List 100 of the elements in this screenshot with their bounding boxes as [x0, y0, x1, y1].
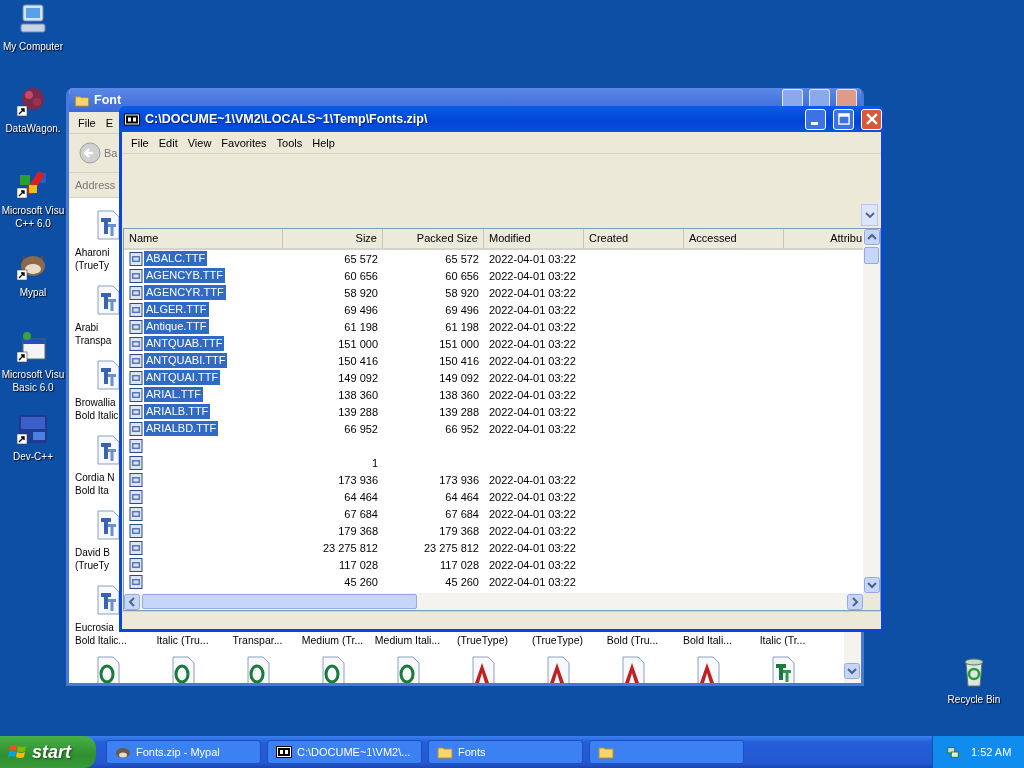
file-name[interactable]: ABALC.TTF [144, 251, 208, 266]
font-file-icon[interactable] [95, 656, 120, 683]
table-cell: 23 275 812 [322, 541, 378, 554]
menu-item[interactable]: Help [307, 136, 340, 149]
font-file-icon[interactable] [96, 360, 120, 390]
scrollbar[interactable] [844, 631, 861, 683]
desktop-icon-label[interactable]: Dev-C++ [13, 450, 53, 463]
menu-item[interactable]: Tools [271, 136, 308, 149]
scroll-up-icon[interactable] [863, 229, 880, 245]
scroll-left-icon[interactable] [124, 593, 140, 610]
font-file-icon[interactable] [620, 656, 645, 683]
taskbar-button[interactable]: Fonts [428, 740, 583, 764]
font-file-label[interactable]: Browallia [75, 396, 116, 409]
font-file-label[interactable]: Transpa [75, 334, 112, 347]
code-window-icon[interactable] [17, 413, 49, 445]
font-file-label[interactable]: Bold (Tru... [606, 634, 659, 647]
font-file-label[interactable]: Medium Itali... [374, 634, 441, 647]
file-name[interactable]: Antique.TTF [144, 319, 209, 334]
font-file-label[interactable]: Eucrosia [75, 621, 114, 634]
scrollbar[interactable] [124, 593, 880, 610]
table-cell: 2022-04-01 03:22 [489, 575, 576, 588]
menu-item[interactable]: Edit [153, 136, 183, 149]
network-icon[interactable] [945, 745, 961, 759]
file-name[interactable]: AGENCYB.TTF [144, 268, 225, 283]
font-file-icon[interactable] [96, 285, 120, 315]
font-file-label[interactable]: Medium (Tr... [301, 634, 364, 647]
column-header[interactable]: Name [124, 229, 283, 248]
font-file-icon[interactable] [96, 585, 120, 615]
table-cell: 149 092 [439, 371, 479, 384]
font-file-label[interactable]: Italic (Tru... [156, 634, 209, 647]
font-file-label[interactable]: Bold Italic... [75, 634, 127, 647]
column-header[interactable]: Attribu [784, 229, 863, 248]
font-file-icon[interactable] [770, 656, 795, 683]
taskbar-button[interactable] [589, 740, 744, 764]
taskbar-button[interactable]: Fonts.zip - Mypal [106, 740, 261, 764]
font-file-label[interactable]: (TrueType) [532, 634, 583, 647]
back-label[interactable]: Ba [104, 147, 118, 159]
menu-item[interactable]: View [182, 136, 217, 149]
file-name[interactable]: ANTQUABI.TTF [144, 353, 228, 368]
font-file-label[interactable]: Bold Itali... [683, 634, 732, 647]
column-header[interactable]: Size [283, 229, 383, 248]
column-header[interactable]: Packed Size [383, 229, 484, 248]
menu-item[interactable]: File [126, 136, 154, 149]
computer-icon[interactable] [17, 3, 49, 35]
font-file-label[interactable]: Italic (Tr... [759, 634, 806, 647]
menu-item[interactable]: File [73, 116, 101, 129]
desktop-icon-label[interactable]: Mypal [19, 286, 47, 299]
desktop-icon-label[interactable]: Microsoft Visu C++ 6.0 [1, 204, 65, 230]
desktop-icon-label[interactable]: Recycle Bin [947, 693, 1001, 706]
file-icon [129, 438, 143, 453]
file-name[interactable]: ANTQUAB.TTF [144, 336, 225, 351]
font-file-icon[interactable] [545, 656, 570, 683]
column-header[interactable]: Modified [484, 229, 584, 248]
menu-item[interactable]: Favorites [216, 136, 272, 149]
scroll-thumb[interactable] [864, 247, 879, 264]
taskbar-button[interactable]: C:\DOCUME~1\VM2\... [267, 740, 422, 764]
scrollbar[interactable] [863, 229, 880, 593]
file-icon [129, 557, 143, 572]
file-icon [129, 506, 143, 521]
file-name[interactable]: ARIALB.TTF [144, 404, 211, 419]
font-file-icon[interactable] [695, 656, 720, 683]
file-name[interactable]: ARIALBD.TTF [144, 421, 219, 436]
scroll-thumb[interactable] [142, 594, 417, 609]
desktop-icon-label[interactable]: DataWagon. [5, 122, 61, 135]
font-file-label[interactable]: (TrueType) [457, 634, 508, 647]
font-file-label[interactable]: Aharoni [75, 246, 110, 259]
font-file-icon[interactable] [320, 656, 345, 683]
column-header[interactable]: Created [584, 229, 684, 248]
font-file-label[interactable]: Bold Ita [75, 484, 109, 497]
font-file-icon[interactable] [96, 210, 120, 240]
font-file-icon[interactable] [96, 510, 120, 540]
font-file-icon[interactable] [470, 656, 495, 683]
font-file-label[interactable]: David B [75, 546, 110, 559]
font-file-label[interactable]: Arabi [75, 321, 99, 334]
font-file-icon[interactable] [170, 656, 195, 683]
scroll-down-icon[interactable] [863, 577, 880, 593]
font-file-label[interactable]: Transpar... [232, 634, 283, 647]
desktop-icon-label[interactable]: My Computer [3, 40, 63, 53]
file-name[interactable]: ALGER.TTF [144, 302, 209, 317]
table-cell: 60 656 [344, 269, 378, 282]
font-file-label[interactable]: Bold Italic [75, 409, 119, 422]
file-name[interactable]: ANTQUAI.TTF [144, 370, 221, 385]
desktop-icon-label[interactable]: Microsoft Visu Basic 6.0 [1, 368, 65, 394]
table-cell: 2022-04-01 03:22 [489, 371, 576, 384]
font-file-icon[interactable] [395, 656, 420, 683]
dropdown-button[interactable] [861, 204, 878, 226]
calendar-window-icon[interactable] [17, 331, 49, 363]
font-file-label[interactable]: (TrueTy [75, 559, 110, 572]
scroll-down-icon[interactable] [844, 663, 860, 679]
column-header[interactable]: Accessed [684, 229, 784, 248]
animal-head-icon [115, 745, 131, 759]
file-name[interactable]: AGENCYR.TTF [144, 285, 226, 300]
scroll-right-icon[interactable] [847, 593, 863, 610]
font-file-label[interactable]: (TrueTy [75, 259, 110, 272]
menu-item[interactable]: E [100, 116, 119, 129]
file-name[interactable]: ARIAL.TTF [144, 387, 203, 402]
font-file-label[interactable]: Cordia N [75, 471, 115, 484]
start-button[interactable]: start [0, 736, 96, 768]
font-file-icon[interactable] [96, 435, 120, 465]
font-file-icon[interactable] [245, 656, 270, 683]
